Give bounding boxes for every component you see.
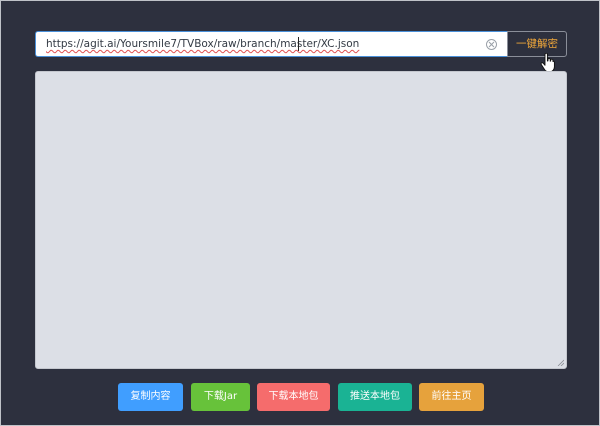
resize-grip-icon[interactable] [557,359,564,366]
decrypt-button[interactable]: 一键解密 [507,31,567,57]
hand-cursor-icon [540,53,555,73]
text-caret [298,37,299,51]
download-jar-button[interactable]: 下载Jar [191,383,250,411]
push-local-package-button[interactable]: 推送本地包 [338,383,412,411]
app-window: https://agit.ai/Yoursmile7/TVBox/raw/bra… [0,0,600,426]
action-bar: 复制内容 下载Jar 下载本地包 推送本地包 前往主页 [1,383,600,411]
clear-icon[interactable] [486,39,497,50]
output-textarea[interactable] [35,71,567,369]
go-homepage-button[interactable]: 前往主页 [419,383,484,411]
copy-content-button[interactable]: 复制内容 [118,383,183,411]
download-local-package-button[interactable]: 下载本地包 [257,383,330,411]
url-input[interactable]: https://agit.ai/Yoursmile7/TVBox/raw/bra… [35,31,507,57]
url-input-value: https://agit.ai/Yoursmile7/TVBox/raw/bra… [46,38,360,50]
